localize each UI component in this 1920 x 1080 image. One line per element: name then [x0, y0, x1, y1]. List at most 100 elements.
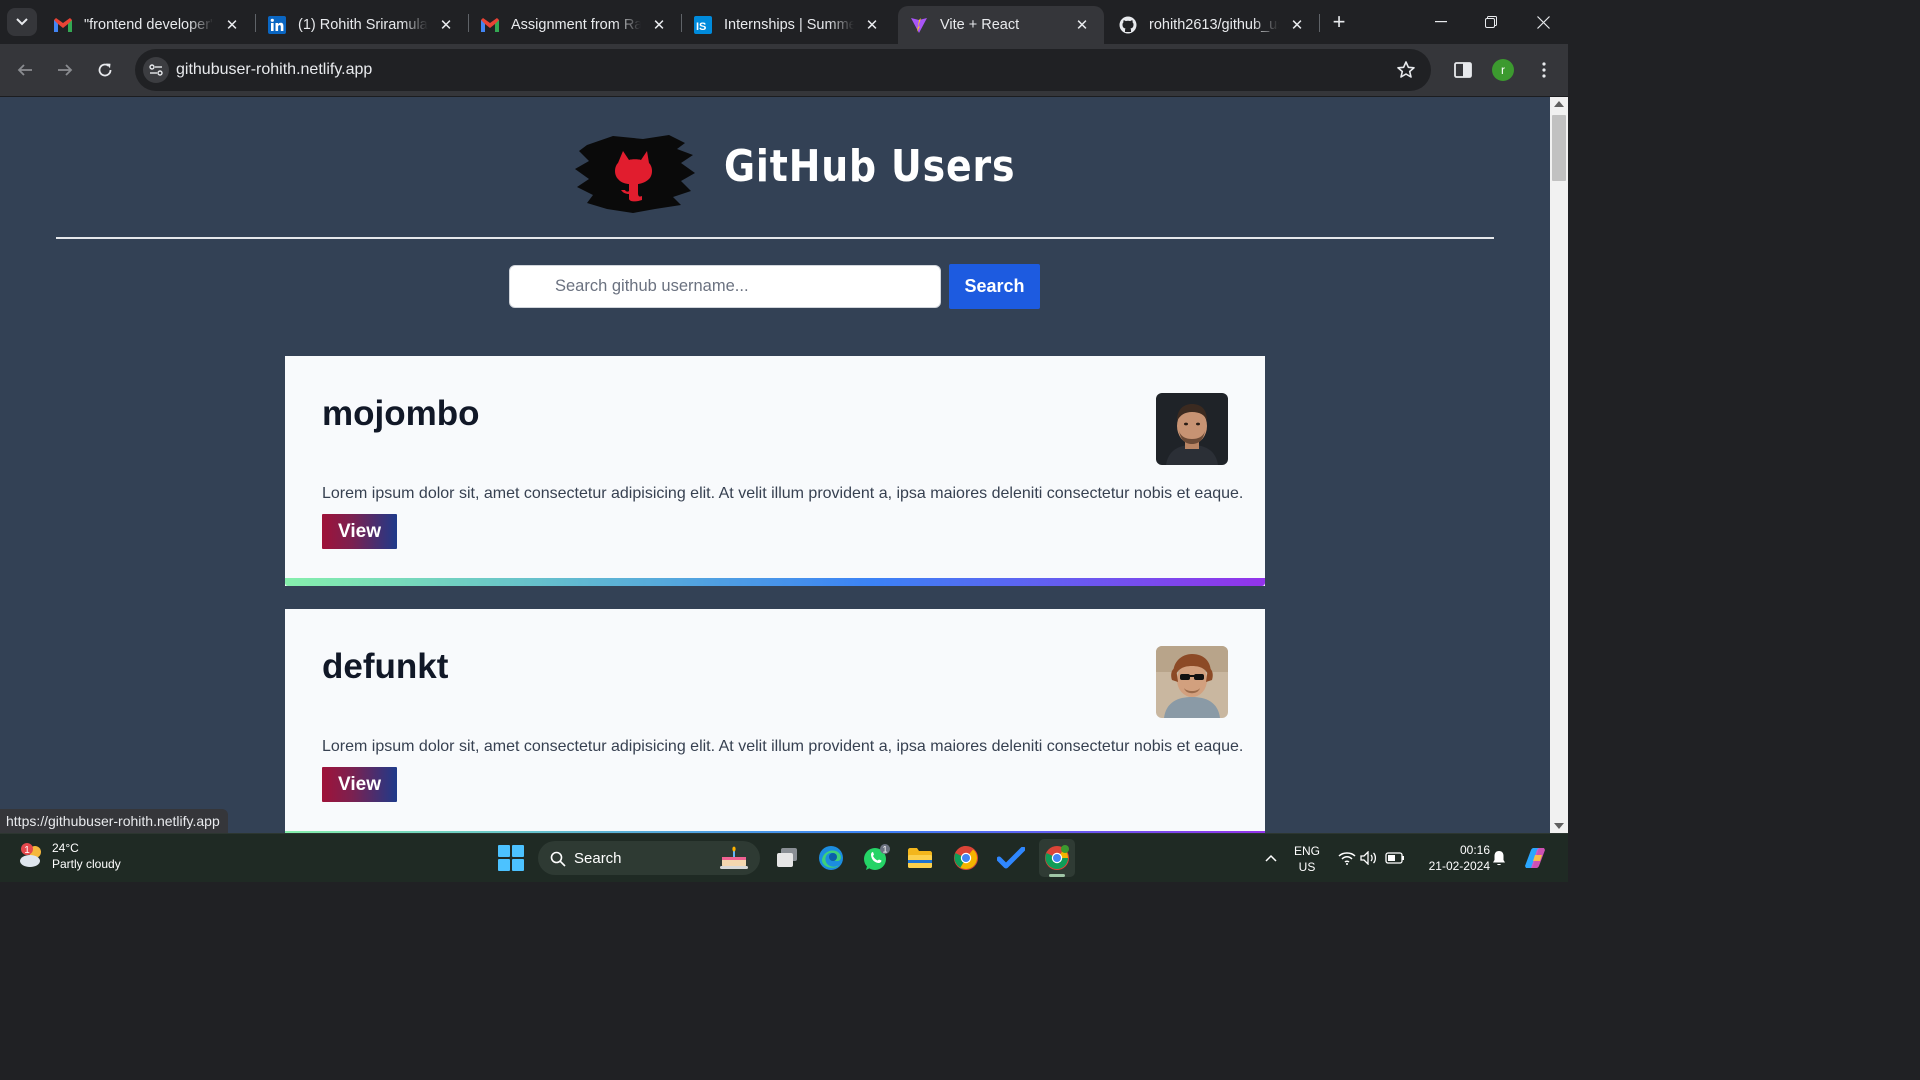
close-icon[interactable]: ✕ [862, 15, 882, 35]
restore-button[interactable] [1468, 6, 1514, 38]
user-name: mojombo [322, 394, 480, 433]
user-name: defunkt [322, 647, 449, 686]
copilot-icon[interactable] [1520, 843, 1550, 873]
tab-title: Internships | Summer I [724, 17, 854, 33]
close-icon[interactable]: ✕ [1072, 15, 1092, 35]
chrome-profile-icon[interactable] [1039, 839, 1075, 877]
edge-icon[interactable] [816, 843, 846, 873]
search-icon [550, 851, 566, 867]
profile-initial: r [1492, 59, 1514, 81]
forward-button[interactable] [51, 56, 79, 84]
todo-checkmark-icon[interactable] [996, 843, 1026, 873]
page-viewport: GitHub Users Search mojombo Lorem ipsum … [0, 97, 1550, 833]
profile-avatar[interactable]: r [1491, 58, 1515, 82]
tab-title: "frontend developer": [84, 17, 214, 33]
scroll-up-arrow-icon[interactable] [1554, 101, 1564, 107]
page-scrollbar[interactable] [1550, 97, 1568, 833]
vite-icon [910, 16, 928, 34]
language-code: ENG [1293, 844, 1320, 858]
chevron-down-icon [16, 18, 28, 26]
windows-taskbar: 1 24°C Partly cloudy Search 1 ENG US 00:… [0, 833, 1568, 882]
brand-title: GitHub Users [724, 141, 1016, 192]
search-input[interactable] [509, 265, 941, 308]
internshala-icon: IS [694, 16, 712, 34]
weather-temp: 24°C [52, 841, 79, 855]
link-status-bubble: https://githubuser-rohith.netlify.app [0, 809, 228, 833]
tab-linkedin[interactable]: (1) Rohith Sriramula | L ✕ [256, 6, 468, 44]
user-description: Lorem ipsum dolor sit, amet consectetur … [322, 485, 1244, 502]
user-description: Lorem ipsum dolor sit, amet consectetur … [322, 738, 1244, 755]
reload-icon [98, 63, 112, 77]
windows-logo-icon [498, 845, 510, 857]
plus-icon: + [1332, 9, 1346, 34]
close-icon[interactable]: ✕ [649, 15, 669, 35]
card-accent-bar [285, 578, 1265, 586]
user-avatar [1156, 393, 1228, 465]
tab-internshala[interactable]: IS Internships | Summer I ✕ [682, 6, 894, 44]
search-button[interactable]: Search [949, 264, 1040, 309]
notification-bell-icon[interactable] [1484, 843, 1514, 873]
scroll-down-arrow-icon[interactable] [1554, 823, 1564, 829]
menu-kebab-icon[interactable] [1532, 58, 1556, 82]
address-bar[interactable]: githubuser-rohith.netlify.app [135, 49, 1431, 91]
tab-search-button[interactable] [7, 8, 37, 36]
start-button[interactable] [498, 845, 524, 871]
close-icon[interactable]: ✕ [436, 15, 456, 35]
github-octocat-logo [573, 133, 697, 215]
reload-button[interactable] [91, 56, 119, 84]
weather-badge: 1 [24, 845, 30, 856]
site-info-icon[interactable] [143, 57, 169, 83]
side-panel-icon[interactable] [1451, 58, 1475, 82]
new-tab-button[interactable]: + [1326, 9, 1352, 35]
cake-icon [720, 846, 748, 869]
tray-chevron-up-icon[interactable] [1256, 843, 1286, 873]
task-view-icon[interactable] [772, 843, 802, 873]
github-icon [1119, 16, 1137, 34]
view-button[interactable]: View [322, 767, 397, 802]
minimize-icon [1435, 21, 1447, 23]
tab-title: (1) Rohith Sriramula | L [298, 17, 428, 33]
gmail-icon [54, 16, 72, 34]
arrow-left-icon [17, 64, 32, 76]
battery-icon[interactable] [1380, 843, 1410, 873]
chrome-icon[interactable] [951, 843, 981, 873]
back-button[interactable] [11, 56, 39, 84]
clock-time: 00:16 [1459, 843, 1490, 857]
file-explorer-icon[interactable] [905, 843, 935, 873]
taskbar-search-label: Search [574, 849, 622, 867]
tab-gmail-search[interactable]: "frontend developer": ✕ [42, 6, 254, 44]
close-window-button[interactable] [1520, 6, 1566, 38]
tab-github-repo[interactable]: rohith2613/github_use ✕ [1107, 6, 1319, 44]
minimize-button[interactable] [1418, 6, 1464, 38]
tab-gmail-assignment[interactable]: Assignment from Rank ✕ [469, 6, 681, 44]
user-avatar [1156, 646, 1228, 718]
whatsapp-icon[interactable]: 1 [861, 843, 891, 873]
weather-condition: Partly cloudy [52, 857, 121, 871]
tab-vite-react[interactable]: Vite + React ✕ [898, 6, 1104, 44]
clock[interactable]: 00:16 21-02-2024 [1412, 842, 1490, 874]
tab-title: Vite + React [940, 17, 1020, 33]
bookmark-star-icon[interactable] [1395, 59, 1417, 81]
close-icon[interactable]: ✕ [1287, 15, 1307, 35]
linkedin-icon [268, 16, 286, 34]
whatsapp-badge: 1 [882, 845, 887, 855]
close-icon[interactable]: ✕ [222, 15, 242, 35]
arrow-right-icon [58, 64, 73, 76]
close-icon [1536, 15, 1550, 29]
gmail-icon [481, 16, 499, 34]
browser-toolbar: githubuser-rohith.netlify.app r [0, 44, 1568, 97]
tab-strip: "frontend developer": ✕ (1) Rohith Srira… [0, 0, 1568, 44]
scrollbar-thumb[interactable] [1552, 115, 1566, 181]
weather-widget[interactable]: 1 24°C Partly cloudy [18, 840, 121, 872]
tab-title: rohith2613/github_use [1149, 17, 1279, 33]
tab-divider [1319, 14, 1320, 32]
language-indicator[interactable]: ENG US [1288, 843, 1326, 875]
partly-cloudy-icon: 1 [18, 842, 46, 870]
clock-date: 21-02-2024 [1428, 859, 1490, 873]
active-app-indicator [1049, 874, 1065, 877]
taskbar-search-box[interactable]: Search [538, 841, 760, 875]
user-card: defunkt Lorem ipsum dolor sit, amet cons… [285, 609, 1265, 833]
svg-text:IS: IS [696, 21, 706, 33]
address-url[interactable]: githubuser-rohith.netlify.app [176, 61, 372, 79]
view-button[interactable]: View [322, 514, 397, 549]
